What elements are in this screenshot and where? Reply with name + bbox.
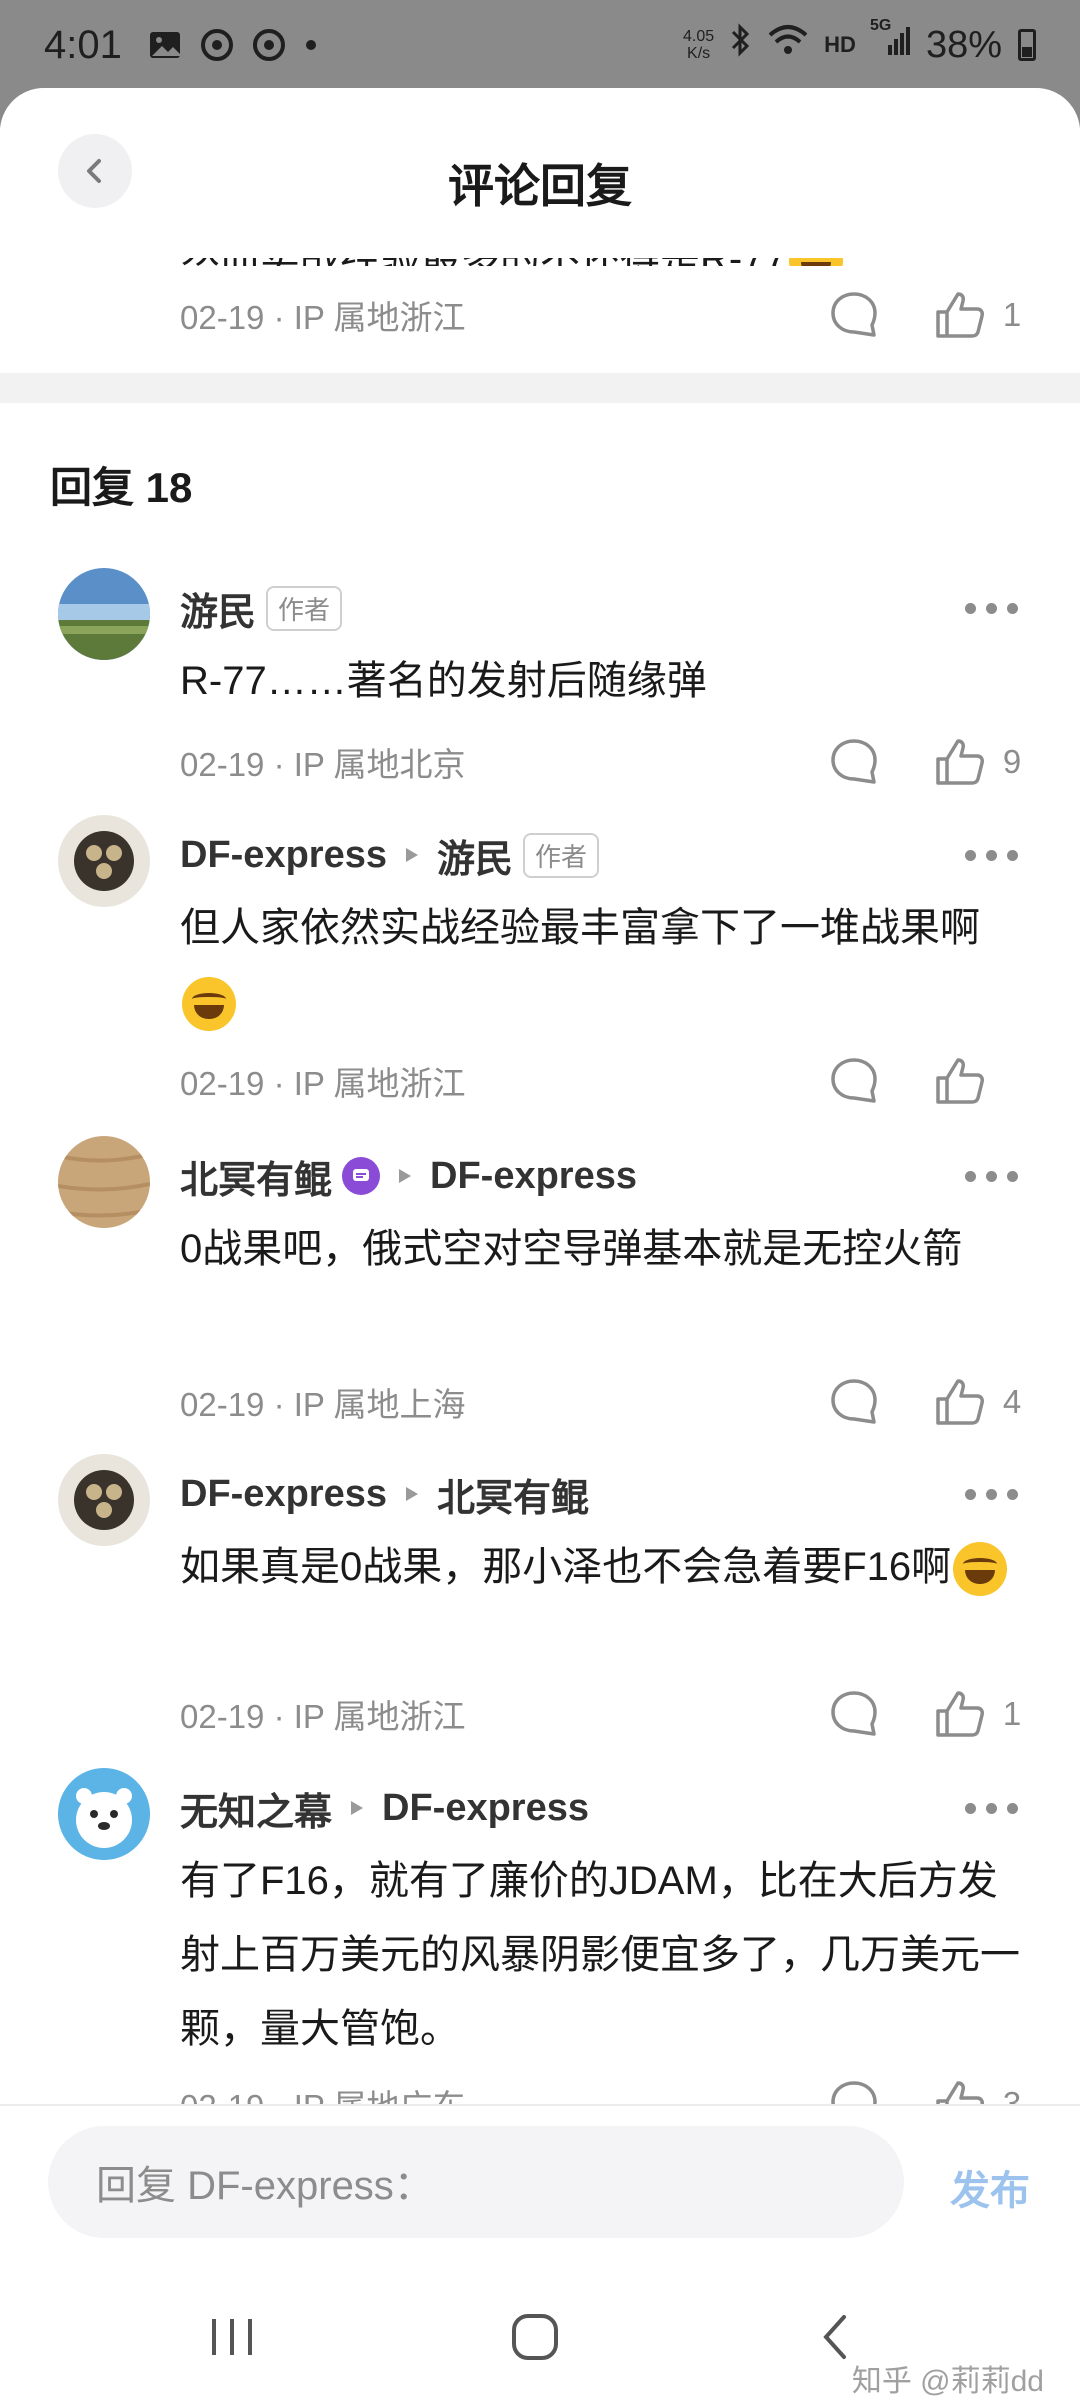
more-notifications-dot-icon <box>304 38 318 52</box>
home-icon <box>512 2314 558 2360</box>
speech-bubble-icon <box>831 292 877 337</box>
more-options-button[interactable] <box>965 1802 1018 1814</box>
comment-meta: 02-19 · IP 属地浙江 <box>180 299 466 336</box>
name-row: 北冥有鲲 DF-express <box>180 1148 1040 1204</box>
more-options-button[interactable] <box>965 849 1018 861</box>
watermark: 知乎 @莉莉dd <box>851 2365 1044 2398</box>
comment-text: 有了F16，就有了廉价的JDAM，比在大后方发射上百万美元的风暴阴影便宜多了，几… <box>180 1859 1020 2051</box>
thumbs-up-icon <box>936 1058 984 1104</box>
like-count: 1 <box>1002 1695 1022 1732</box>
author-name[interactable]: 游民 <box>180 581 256 636</box>
author-name[interactable]: DF-express <box>180 1473 387 1516</box>
comment-text: 0战果吧，俄式空对空导弹基本就是无控火箭 <box>180 1227 963 1271</box>
thumbs-up-icon <box>936 292 984 338</box>
parent-comment-meta-row: 02-19 · IP 属地浙江 1 <box>180 285 1030 345</box>
like-button[interactable] <box>932 1054 986 1108</box>
like-button[interactable] <box>932 1687 986 1741</box>
speech-bubble-icon <box>831 1058 877 1103</box>
name-row: DF-express 北冥有鲲 <box>180 1466 1040 1522</box>
cell-signal-icon: 5G <box>870 17 910 67</box>
reply-input[interactable]: 回复 DF-express： <box>48 2126 904 2238</box>
verified-badge-icon <box>342 1157 381 1195</box>
author-tag: 作者 <box>523 832 600 878</box>
reply-comment-button[interactable] <box>828 736 880 788</box>
more-options-button[interactable] <box>965 602 1018 614</box>
battery-percentage: 38% <box>925 23 1002 66</box>
thumbs-up-icon <box>936 739 984 785</box>
hd-indicator: HD <box>824 32 856 57</box>
comment-meta: 02-19 · IP 属地浙江 <box>180 1065 466 1102</box>
like-button[interactable] <box>932 288 986 342</box>
like-button[interactable] <box>932 1375 986 1429</box>
author-name[interactable]: DF-express <box>180 834 387 877</box>
comment-meta: 02-19 · IP 属地浙江 <box>180 1698 466 1735</box>
reply-comment-button[interactable] <box>828 1688 880 1740</box>
comment-meta-row: 02-19 · IP 属地浙江 <box>180 1051 1030 1111</box>
avatar[interactable] <box>58 1768 150 1860</box>
reply-to-name[interactable]: 北冥有鲲 <box>437 1467 589 1522</box>
thumbs-up-icon <box>936 1379 984 1425</box>
reply-comment-button[interactable] <box>828 289 880 341</box>
comment-meta: 02-19 · IP 属地上海 <box>180 1386 466 1423</box>
name-row: DF-express 游民 作者 <box>180 827 1040 883</box>
comment-reply-sheet: 评论回复 然而实战经验最多的不还得是R-77 02-19 · IP 属地浙江 1… <box>0 88 1080 2400</box>
section-divider <box>0 373 1080 403</box>
reply-bar: 回复 DF-express： 发布 <box>0 2104 1080 2254</box>
speech-bubble-icon <box>831 1691 877 1736</box>
reply-arrow-icon <box>348 1798 366 1818</box>
avatar[interactable] <box>58 1136 150 1228</box>
recent-apps-icon <box>212 2319 252 2355</box>
app-notification-icon-2 <box>252 28 286 62</box>
like-count: 9 <box>1002 743 1022 780</box>
thumbs-up-icon <box>936 1691 984 1737</box>
gallery-notification-icon <box>148 28 182 62</box>
comment-meta-row: 02-19 · IP 属地浙江 1 <box>180 1684 1030 1744</box>
reply-to-name[interactable]: DF-express <box>382 1787 589 1830</box>
laughing-emoji-icon <box>182 977 236 1032</box>
laughing-emoji-icon <box>953 1542 1008 1597</box>
status-bar: 4:01 4.05 K/s HD 5G 38% <box>0 0 1080 90</box>
author-name[interactable]: 北冥有鲲 <box>180 1149 332 1204</box>
speech-bubble-icon <box>831 1379 877 1424</box>
speech-bubble-icon <box>831 739 877 784</box>
reply-comment-button[interactable] <box>828 1055 880 1107</box>
replies-count-heading: 回复 18 <box>50 464 193 511</box>
network-speed: 4.05 K/s <box>683 28 715 62</box>
comment-text: 如果真是0战果，那小泽也不会急着要F16啊 <box>180 1530 1020 1604</box>
recent-apps-button[interactable] <box>200 2307 264 2367</box>
like-count: 4 <box>1002 1383 1022 1420</box>
comment-meta: 02-19 · IP 属地北京 <box>180 746 466 783</box>
wifi-icon <box>768 23 808 67</box>
page-title: 评论回复 <box>448 160 632 212</box>
name-row: 无知之幕 DF-express <box>180 1780 1040 1836</box>
avatar[interactable] <box>58 568 150 660</box>
publish-button[interactable]: 发布 <box>950 2158 1030 2216</box>
reply-comment-button[interactable] <box>828 1376 880 1428</box>
battery-icon <box>1018 29 1036 61</box>
name-row: 游民 作者 <box>180 580 1040 636</box>
reply-to-name[interactable]: DF-express <box>430 1155 637 1198</box>
comment-text: 但人家依然实战经验最丰富拿下了一堆战果啊 <box>180 891 1020 1039</box>
avatar[interactable] <box>58 815 150 907</box>
more-options-button[interactable] <box>965 1488 1018 1500</box>
comment-meta-row: 02-19 · IP 属地北京 9 <box>180 732 1030 792</box>
author-name[interactable]: 无知之幕 <box>180 1781 332 1836</box>
reply-arrow-icon <box>396 1166 414 1186</box>
reply-arrow-icon <box>403 1484 421 1504</box>
like-button[interactable] <box>932 735 986 789</box>
more-options-button[interactable] <box>965 1170 1018 1182</box>
author-tag: 作者 <box>266 585 343 631</box>
app-notification-icon <box>200 28 234 62</box>
comment-text: R-77……著名的发射后随缘弹 <box>180 659 707 703</box>
like-count: 1 <box>1002 296 1022 333</box>
bluetooth-icon <box>730 23 752 67</box>
status-time: 4:01 <box>44 22 122 67</box>
reply-to-name[interactable]: 游民 <box>437 828 513 883</box>
avatar[interactable] <box>58 1454 150 1546</box>
comment-meta-row: 02-19 · IP 属地上海 4 <box>180 1372 1030 1432</box>
reply-arrow-icon <box>403 845 421 865</box>
header: 评论回复 <box>0 88 1080 258</box>
home-button[interactable] <box>505 2307 565 2367</box>
